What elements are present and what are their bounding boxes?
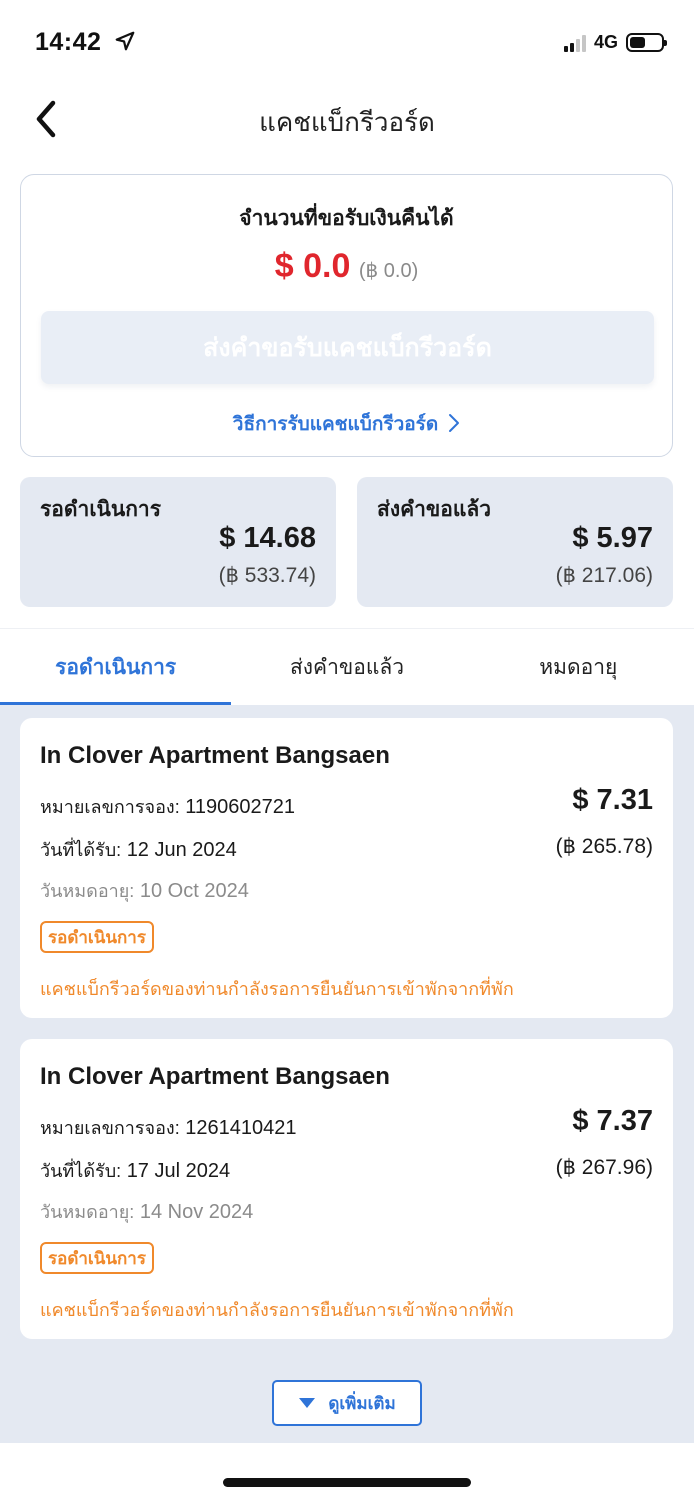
claim-cashback-button[interactable]: ส่งคำขอรับแคชแบ็กรีวอร์ด	[41, 311, 654, 384]
battery-icon	[626, 33, 667, 52]
received-date-label: วันที่ได้รับ:	[40, 840, 122, 860]
claimable-label: จำนวนที่ขอรับเงินคืนได้	[239, 207, 454, 230]
pending-stat-usd: $ 14.68	[219, 522, 316, 554]
howto-claim-link[interactable]: วิธีการรับแคชแบ็กรีวอร์ด	[21, 409, 672, 439]
pending-stat-box: รอดำเนินการ $ 14.68 (฿ 533.74)	[20, 477, 336, 607]
booking-card[interactable]: In Clover Apartment Bangsaen หมายเลขการจ…	[20, 1039, 673, 1339]
expiry-date-label: วันหมดอายุ:	[40, 1202, 135, 1222]
claimable-amount-thb: (฿ 0.0)	[358, 260, 419, 282]
status-badge: รอดำเนินการ	[40, 921, 154, 953]
requested-stat-box: ส่งคำขอแล้ว $ 5.97 (฿ 217.06)	[357, 477, 673, 607]
requested-stat-usd: $ 5.97	[572, 522, 653, 554]
booking-number: 1261410421	[185, 1117, 297, 1139]
cashback-amount-usd: $ 7.37	[572, 1105, 653, 1137]
booking-number-row: หมายเลขการจอง: 1261410421	[40, 1113, 297, 1142]
chevron-right-icon	[449, 414, 460, 432]
cashback-amount-usd: $ 7.31	[572, 784, 653, 816]
cashback-amount-thb: (฿ 265.78)	[555, 835, 653, 858]
status-note: แคชแบ็กรีวอร์ดของท่านกำลังรอการยืนยันการ…	[40, 1300, 514, 1320]
location-arrow-icon	[115, 31, 135, 51]
claimable-amount: $ 0.0 (฿ 0.0)	[21, 247, 672, 286]
status-bar: 14:42 4G	[0, 0, 694, 86]
claimable-amount-usd: $ 0.0	[274, 247, 351, 285]
status-time: 14:42	[35, 28, 102, 56]
status-badge: รอดำเนินการ	[40, 1242, 154, 1274]
tab-requested[interactable]: ส่งคำขอแล้ว	[231, 629, 462, 705]
requested-stat-thb: (฿ 217.06)	[555, 564, 653, 587]
received-date-row: วันที่ได้รับ: 17 Jul 2024	[40, 1156, 230, 1185]
cashback-amount-thb: (฿ 267.96)	[555, 1156, 653, 1179]
property-name: In Clover Apartment Bangsaen	[40, 1063, 390, 1090]
howto-claim-label: วิธีการรับแคชแบ็กรีวอร์ด	[232, 414, 439, 435]
booking-number: 1190602721	[185, 796, 296, 818]
page-title: แคชแบ็กรีวอร์ด	[259, 107, 435, 137]
booking-number-label: หมายเลขการจอง:	[40, 797, 180, 817]
status-indicators: 4G	[563, 32, 667, 53]
pending-stat-label: รอดำเนินการ	[40, 498, 161, 521]
triangle-down-icon	[299, 1398, 316, 1408]
tab-expired[interactable]: หมดอายุ	[463, 629, 694, 705]
expiry-date-row: วันหมดอายุ: 14 Nov 2024	[40, 1197, 253, 1226]
received-date: 12 Jun 2024	[126, 839, 237, 861]
show-more-label: ดูเพิ่มเติม	[328, 1393, 396, 1413]
expiry-date: 10 Oct 2024	[139, 880, 249, 902]
status-tabs: รอดำเนินการ ส่งคำขอแล้ว หมดอายุ	[0, 628, 694, 705]
requested-stat-label: ส่งคำขอแล้ว	[377, 498, 492, 521]
booking-list: In Clover Apartment Bangsaen หมายเลขการจ…	[0, 705, 694, 1443]
claimable-summary-card: จำนวนที่ขอรับเงินคืนได้ $ 0.0 (฿ 0.0) ส่…	[20, 174, 673, 457]
property-name: In Clover Apartment Bangsaen	[40, 742, 390, 769]
home-indicator[interactable]	[223, 1478, 471, 1487]
signal-icon	[563, 34, 586, 52]
booking-number-row: หมายเลขการจอง: 1190602721	[40, 792, 295, 821]
show-more-button[interactable]: ดูเพิ่มเติม	[272, 1380, 422, 1426]
expiry-date-label: วันหมดอายุ:	[40, 881, 135, 901]
tab-pending[interactable]: รอดำเนินการ	[0, 629, 232, 705]
booking-number-label: หมายเลขการจอง:	[40, 1118, 180, 1138]
expiry-date-row: วันหมดอายุ: 10 Oct 2024	[40, 876, 249, 905]
network-label: 4G	[593, 32, 618, 52]
expiry-date: 14 Nov 2024	[139, 1201, 254, 1223]
booking-card[interactable]: In Clover Apartment Bangsaen หมายเลขการจ…	[20, 718, 673, 1018]
received-date-label: วันที่ได้รับ:	[40, 1161, 122, 1181]
header: แคชแบ็กรีวอร์ด	[0, 86, 694, 156]
status-note: แคชแบ็กรีวอร์ดของท่านกำลังรอการยืนยันการ…	[40, 979, 514, 999]
pending-stat-thb: (฿ 533.74)	[218, 564, 316, 587]
received-date: 17 Jul 2024	[126, 1160, 231, 1182]
received-date-row: วันที่ได้รับ: 12 Jun 2024	[40, 835, 237, 864]
